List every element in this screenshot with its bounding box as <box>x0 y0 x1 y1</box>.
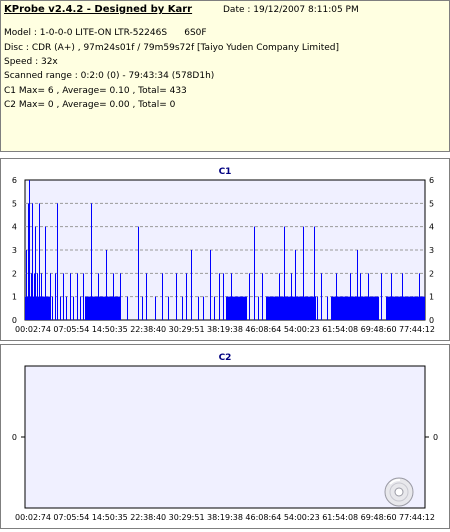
x-tick-label: 69:48:60 <box>361 513 397 522</box>
c2-title: C2 <box>219 353 232 363</box>
c2-chart: C2 0 0 00:02:74 07:05:54 14:50:35 22:38:40 3… <box>12 353 438 522</box>
x-tick-label: 14:50:35 <box>92 325 128 334</box>
x-tick-label: 22:38:40 <box>130 325 166 334</box>
x-tick-label: 46:08:64 <box>245 325 281 334</box>
c2-chart-panel: C2 0 0 00:02:74 07:05:54 14:50:35 22:38:40 3… <box>0 344 450 529</box>
x-tick-label: 54:00:23 <box>284 325 320 334</box>
y-tick-label-left: 5 <box>12 199 17 208</box>
y-tick-label-right: 0 <box>433 433 438 442</box>
x-tick-label: 07:05:54 <box>53 325 89 334</box>
info-panel: KProbe v2.4.2 - Designed by Karr Date : … <box>0 0 450 152</box>
x-tick-label: 77:44:12 <box>399 325 435 334</box>
y-tick-label-left: 0 <box>12 316 17 325</box>
x-tick-label: 69:48:60 <box>361 325 397 334</box>
c2-plot-area <box>24 365 426 509</box>
c1-summary-line: C1 Max= 6 , Average= 0.10 , Total= 433 <box>4 86 187 96</box>
x-tick-label: 38:19:38 <box>207 513 243 522</box>
c1-chart-panel: C1 0 1 2 3 4 5 6 0 1 2 3 4 5 6 00:02:74 07:05:54 14:50… <box>0 158 450 341</box>
x-tick-label: 30:29:51 <box>169 325 205 334</box>
model-line: Model : 1-0-0-0 LITE-ON LTR-52246S 6S0F <box>4 28 207 38</box>
y-tick-label-right: 6 <box>429 176 434 185</box>
x-tick-label: 61:54:08 <box>322 325 358 334</box>
c2-summary-line: C2 Max= 0 , Average= 0.00 , Total= 0 <box>4 100 176 110</box>
y-tick-label-left: 4 <box>12 223 17 232</box>
x-tick-label: 07:05:54 <box>53 513 89 522</box>
y-tick-label-left: 6 <box>12 176 17 185</box>
x-tick-label: 54:00:23 <box>284 513 320 522</box>
y-tick-label-left: 2 <box>12 269 17 278</box>
y-tick-label-left: 3 <box>12 246 17 255</box>
y-tick-label-left: 0 <box>12 433 17 442</box>
y-tick-label-right: 3 <box>429 246 434 255</box>
x-tick-label: 14:50:35 <box>92 513 128 522</box>
y-tick-label-left: 1 <box>12 293 17 302</box>
speed-line: Speed : 32x <box>4 57 58 67</box>
range-line: Scanned range : 0:2:0 (0) - 79:43:34 (57… <box>4 71 215 81</box>
y-tick-label-right: 1 <box>429 293 434 302</box>
scan-date: Date : 19/12/2007 8:11:05 PM <box>223 5 359 15</box>
c1-chart: C1 0 1 2 3 4 5 6 0 1 2 3 4 5 6 00:02:74 07:05:54 14:50… <box>12 167 435 334</box>
y-tick-label-right: 4 <box>429 223 434 232</box>
x-tick-label: 22:38:40 <box>130 513 166 522</box>
y-tick-label-right: 0 <box>429 316 434 325</box>
x-tick-label: 61:54:08 <box>322 513 358 522</box>
x-tick-label: 77:44:12 <box>399 513 435 522</box>
c1-title: C1 <box>219 167 232 177</box>
x-tick-label: 00:02:74 <box>15 325 51 334</box>
x-tick-label: 46:08:64 <box>245 513 281 522</box>
app-title: KProbe v2.4.2 - Designed by Karr <box>4 4 193 15</box>
x-tick-label: 00:02:74 <box>15 513 51 522</box>
y-tick-label-right: 2 <box>429 269 434 278</box>
x-tick-label: 38:19:38 <box>207 325 243 334</box>
y-tick-label-right: 5 <box>429 199 434 208</box>
x-tick-label: 30:29:51 <box>169 513 205 522</box>
disc-line: Disc : CDR (A+) , 97m24s01f / 79m59s72f … <box>4 43 339 53</box>
cd-disc-icon <box>384 477 414 507</box>
